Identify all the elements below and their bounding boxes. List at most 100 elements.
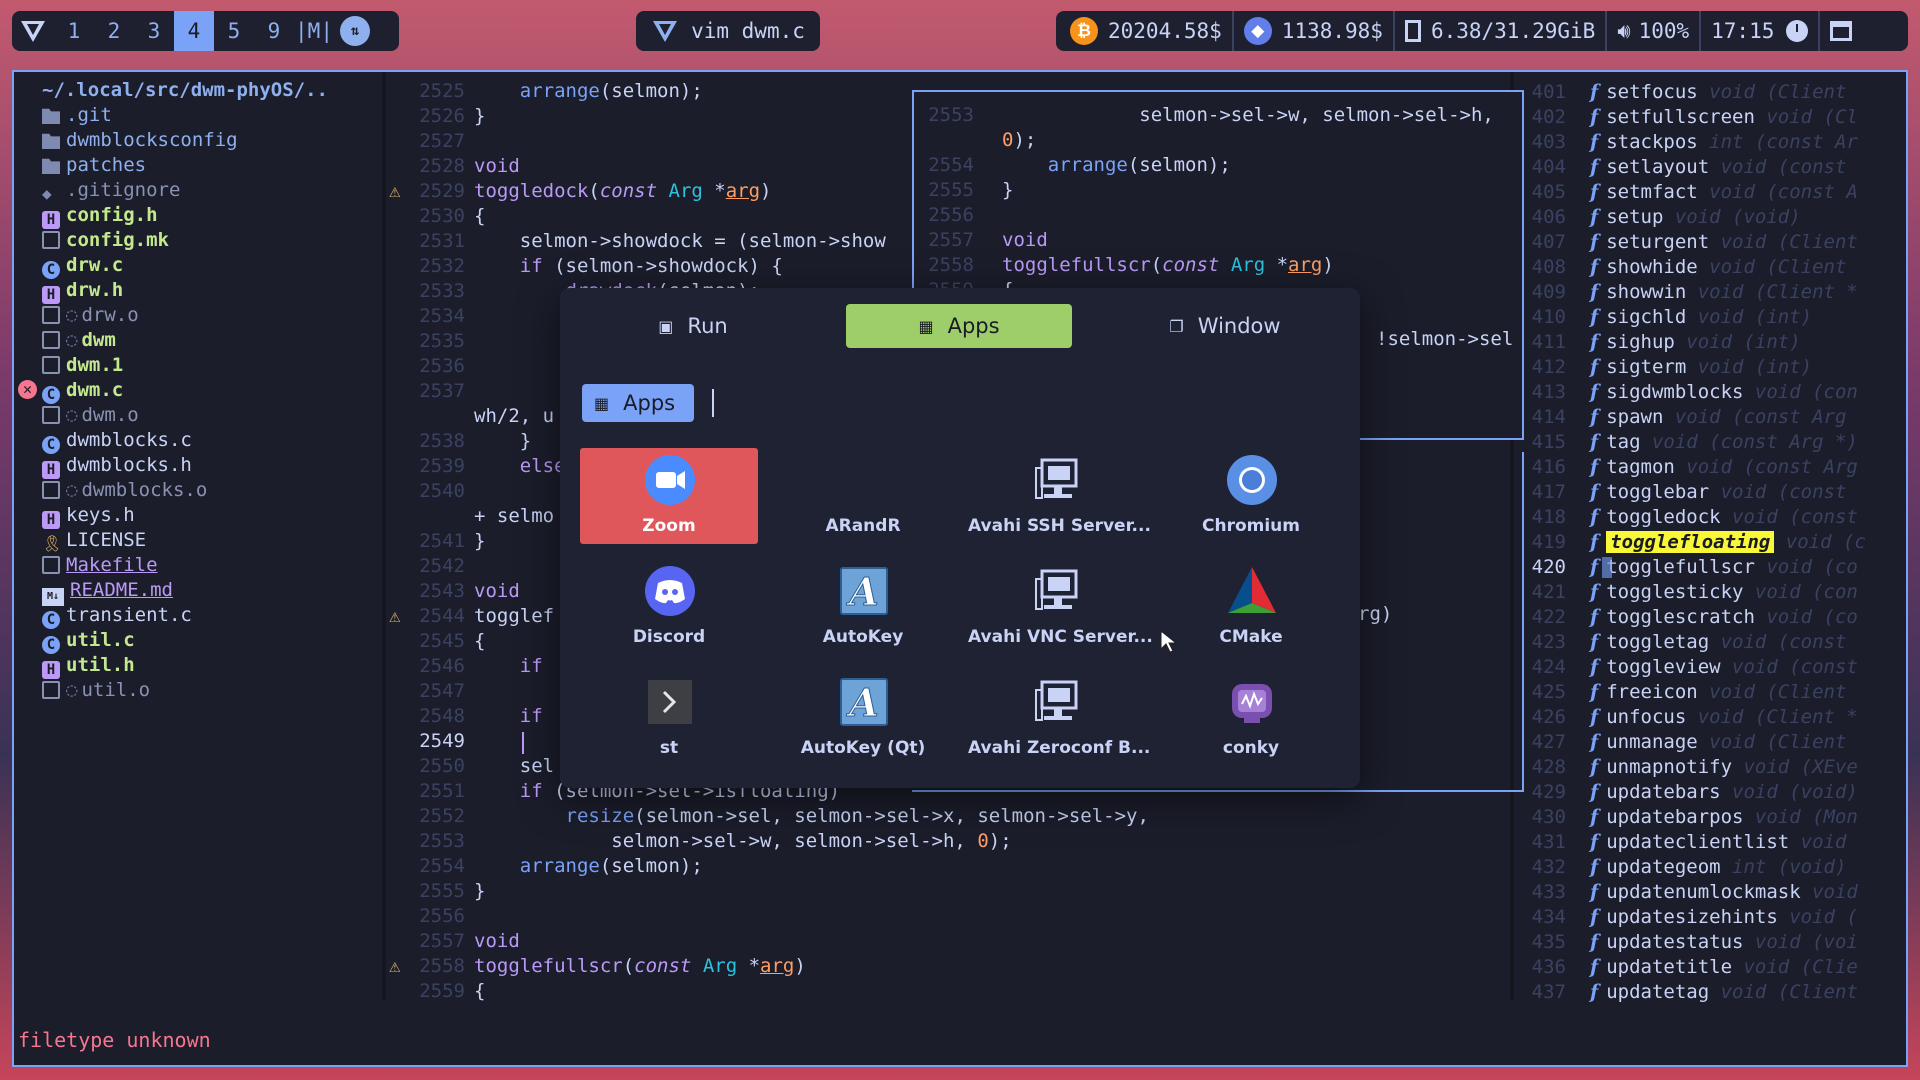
- search-input[interactable]: [712, 389, 714, 417]
- tree-item[interactable]: .git: [42, 103, 112, 128]
- tree-item[interactable]: dwmblocksconfig: [42, 128, 238, 153]
- tree-item[interactable]: ◌ dwm.o: [42, 403, 139, 428]
- outline-item[interactable]: 423 f toggletag void (const: [1518, 630, 1847, 655]
- outline-line-number: 429: [1531, 781, 1566, 803]
- mode-window[interactable]: ❐ Window: [1112, 304, 1338, 348]
- tree-item[interactable]: Cutil.c: [42, 628, 135, 654]
- outline-item[interactable]: 404 f setlayout void (const: [1518, 155, 1847, 180]
- tree-item[interactable]: Cdrw.c: [42, 253, 123, 279]
- tree-item[interactable]: Hkeys.h: [42, 503, 135, 529]
- outline-item[interactable]: 402 f setfullscreen void (Cl: [1518, 105, 1858, 130]
- tree-item[interactable]: Hdrw.h: [42, 278, 123, 304]
- app-autokey-qt[interactable]: A AutoKey (Qt): [774, 670, 952, 766]
- tree-item[interactable]: patches: [42, 153, 146, 178]
- tree-item[interactable]: ◌ drw.o: [42, 303, 139, 328]
- tree-item[interactable]: Hutil.h: [42, 653, 135, 679]
- outline-item[interactable]: 414 f spawn void (const Arg: [1518, 405, 1847, 430]
- outline-item[interactable]: 421 f togglesticky void (con: [1518, 580, 1858, 605]
- dwm-logo-icon[interactable]: [12, 11, 54, 51]
- code-line: togglef: [474, 605, 555, 627]
- outline-item[interactable]: 407 f seturgent void (Client: [1518, 230, 1858, 255]
- mode-run[interactable]: ▣ Run: [580, 304, 806, 348]
- outline-item[interactable]: 403 f stackpos int (const Ar: [1518, 130, 1858, 155]
- code-line: }: [474, 105, 486, 127]
- tree-item[interactable]: config.mk: [42, 228, 169, 253]
- app-chromium[interactable]: Chromium: [1162, 448, 1340, 544]
- tree-item[interactable]: Makefile: [42, 553, 158, 578]
- tree-item[interactable]: ◆ .gitignore: [42, 178, 180, 203]
- workspace-2[interactable]: 2: [94, 11, 134, 51]
- app-discord[interactable]: Discord: [580, 559, 758, 655]
- tree-item[interactable]: ◌ dwm: [42, 328, 116, 353]
- app-autokey[interactable]: A AutoKey: [774, 559, 952, 655]
- outline-item[interactable]: 419 f togglefloating void (c: [1518, 530, 1866, 555]
- outline-item[interactable]: 412 f sigterm void (int): [1518, 355, 1812, 380]
- line-number: 2525: [419, 80, 465, 102]
- outline-item[interactable]: 430 f updatebarpos void (Mon: [1518, 805, 1858, 830]
- outline-item[interactable]: 420 f togglefullscr void (co: [1518, 555, 1858, 580]
- outline-item[interactable]: 425 f freeicon void (Client: [1518, 680, 1847, 705]
- outline-item[interactable]: 437 f updatetag void (Client: [1518, 980, 1858, 1005]
- tree-item[interactable]: 🎗︎ LICENSE: [42, 528, 146, 553]
- outline-item[interactable]: 428 f unmapnotify void (XEve: [1518, 755, 1858, 780]
- tree-item[interactable]: Hdwmblocks.h: [42, 453, 192, 479]
- outline-item[interactable]: 415 f tag void (const Arg *): [1518, 430, 1858, 455]
- outline-item[interactable]: 429 f updatebars void (void): [1518, 780, 1858, 805]
- text-cursor: [522, 732, 524, 754]
- window-title-box: vim dwm.c: [636, 11, 820, 51]
- app-conky[interactable]: conky: [1162, 670, 1340, 766]
- outline-item[interactable]: 431 f updateclientlist void: [1518, 830, 1847, 855]
- outline-item[interactable]: 436 f updatetitle void (Clie: [1518, 955, 1858, 980]
- tree-item[interactable]: Cdwm.c: [42, 378, 123, 404]
- workspace-7[interactable]: |M|: [294, 11, 334, 51]
- memory-widget: 6.38/31.29GiB: [1395, 11, 1608, 51]
- mode-apps[interactable]: ▦ Apps: [846, 304, 1072, 348]
- outline-item[interactable]: 424 f toggleview void (const: [1518, 655, 1858, 680]
- outline-item[interactable]: 405 f setmfact void (const A: [1518, 180, 1858, 205]
- folder-icon: [42, 133, 60, 149]
- tray-widget[interactable]: [1820, 11, 1862, 51]
- outline-item[interactable]: 418 f toggledock void (const: [1518, 505, 1858, 530]
- outline-item[interactable]: 408 f showhide void (Client: [1518, 255, 1847, 280]
- outline-item[interactable]: 435 f updatestatus void (voi: [1518, 930, 1858, 955]
- workspace-1[interactable]: 1: [54, 11, 94, 51]
- outline-item[interactable]: 410 f sigchld void (int): [1518, 305, 1812, 330]
- outline-item[interactable]: 401 f setfocus void (Client: [1518, 80, 1847, 105]
- tree-item[interactable]: Cdwmblocks.c: [42, 428, 192, 454]
- app-cmake[interactable]: CMake: [1162, 559, 1340, 655]
- header-file-icon: H: [42, 661, 60, 679]
- outline-item[interactable]: 434 f updatesizehints void (: [1518, 905, 1858, 930]
- outline-item[interactable]: 409 f showwin void (Client *: [1518, 280, 1858, 305]
- outline-item[interactable]: 433 f updatenumlockmask void: [1518, 880, 1858, 905]
- outline-item[interactable]: 427 f unmanage void (Client: [1518, 730, 1847, 755]
- outline-item[interactable]: 411 f sighup void (int): [1518, 330, 1801, 355]
- volume-widget[interactable]: 🔊︎ 100%: [1607, 11, 1702, 51]
- outline-item[interactable]: 426 f unfocus void (Client *: [1518, 705, 1858, 730]
- workspace-3[interactable]: 3: [134, 11, 174, 51]
- outline-item[interactable]: 422 f togglescratch void (co: [1518, 605, 1858, 630]
- app-arandr[interactable]: ARandR: [774, 448, 952, 544]
- outline-item[interactable]: 432 f updategeom int (void): [1518, 855, 1847, 880]
- tree-item[interactable]: Ctransient.c: [42, 603, 192, 629]
- workspace-4[interactable]: 4: [174, 11, 214, 51]
- workspace-6[interactable]: 9: [254, 11, 294, 51]
- app-st[interactable]: st: [580, 670, 758, 766]
- workspace-5[interactable]: 5: [214, 11, 254, 51]
- tree-item[interactable]: Hconfig.h: [42, 203, 158, 229]
- outline-item[interactable]: 406 f setup void (void): [1518, 205, 1801, 230]
- tree-item[interactable]: dwm.1: [42, 353, 123, 378]
- app-label: ARandR: [825, 516, 901, 536]
- outline-item[interactable]: 417 f togglebar void (const: [1518, 480, 1847, 505]
- outline-signature: void (con: [1743, 381, 1858, 403]
- tree-item[interactable]: ◌ util.o: [42, 678, 150, 703]
- outline-item[interactable]: 416 f tagmon void (const Arg: [1518, 455, 1858, 480]
- tree-item[interactable]: ◌ dwmblocks.o: [42, 478, 207, 503]
- layout-icon[interactable]: ⇅: [334, 11, 376, 51]
- tree-item[interactable]: M↓ README.md: [42, 578, 173, 606]
- outline-cursor: [1602, 557, 1612, 578]
- app-avahi-zeroconf-b[interactable]: Avahi Zeroconf B...: [968, 670, 1150, 766]
- app-zoom[interactable]: Zoom: [580, 448, 758, 544]
- app-avahi-ssh-server[interactable]: Avahi SSH Server...: [968, 448, 1151, 544]
- outline-item[interactable]: 413 f sigdwmblocks void (con: [1518, 380, 1858, 405]
- app-avahi-vnc-server[interactable]: Avahi VNC Server...: [968, 559, 1153, 655]
